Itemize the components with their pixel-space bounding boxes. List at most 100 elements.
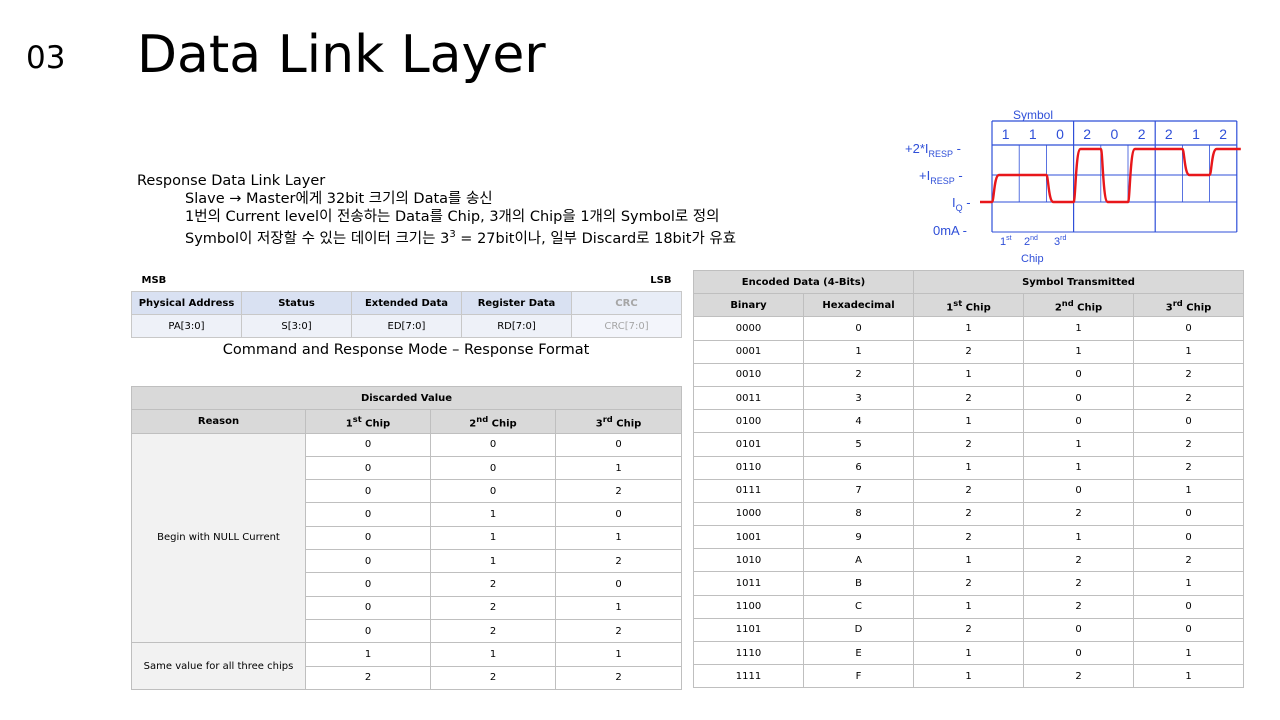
chip1-cell: 1: [913, 548, 1025, 573]
level-i-label: +IRESP -: [919, 168, 963, 186]
chip3-cell: 0: [1133, 409, 1245, 434]
table-row: 0011 3 2 0 2: [693, 385, 1245, 411]
enc-chip1-header: 1st Chip: [913, 293, 1025, 318]
chip3-cell: 0: [1133, 594, 1245, 619]
hex-cell: 1: [802, 339, 915, 364]
chip3-cell: 2: [1133, 432, 1245, 457]
hex-cell: C: [802, 594, 915, 619]
reason-null-current: Begin with NULL Current: [131, 432, 306, 644]
chip-value: 1: [554, 455, 683, 481]
chip-value: 2: [554, 665, 683, 690]
chip2-cell: 1: [1023, 525, 1135, 550]
chip2-cell: 1: [1023, 432, 1135, 457]
hex-cell: 5: [802, 432, 915, 457]
table-row: 0000 0 1 1 0: [693, 316, 1245, 341]
chip-value: 1: [430, 525, 556, 551]
chip-2nd-label: 2nd: [1024, 235, 1038, 248]
chip2-cell: 0: [1023, 409, 1135, 434]
chip3-cell: 0: [1133, 501, 1245, 527]
chip-value: 0: [430, 455, 556, 481]
hex-cell: A: [802, 548, 915, 573]
chip-value: 1: [554, 642, 683, 667]
binary-header: Binary: [693, 293, 804, 318]
chip-value: 0: [305, 455, 431, 481]
chip-value: 0: [305, 432, 431, 457]
response-format-table: MSB LSB Physical Address Status Extended…: [131, 269, 682, 338]
table-row: 1101 D 2 0 0: [693, 617, 1245, 643]
chip-1st-label: 1st: [1000, 235, 1012, 248]
hex-cell: 7: [802, 478, 915, 503]
chip-value: 2: [430, 618, 556, 644]
binary-cell: 1010: [693, 548, 804, 573]
table-row: 1010 A 1 2 2: [693, 548, 1245, 573]
chip2-cell: 2: [1023, 548, 1135, 573]
hex-cell: B: [802, 571, 915, 596]
chip-value: 1: [430, 549, 556, 574]
value-crc: CRC[7:0]: [571, 314, 682, 338]
hex-cell: 3: [802, 385, 915, 411]
symbol-value: 2: [1219, 126, 1227, 142]
hex-cell: F: [802, 664, 915, 689]
chip-value: 0: [305, 549, 431, 574]
binary-cell: 1011: [693, 571, 804, 596]
hex-cell: 0: [802, 316, 915, 341]
chip-value: 2: [430, 595, 556, 620]
chip-value: 2: [554, 549, 683, 574]
chip2-cell: 2: [1023, 501, 1135, 527]
field-physical-address: Physical Address: [131, 291, 242, 315]
chip1-cell: 2: [913, 571, 1025, 596]
field-crc: CRC: [571, 291, 682, 315]
table-row: 0001 1 2 1 1: [693, 339, 1245, 364]
chip2-cell: 0: [1023, 478, 1135, 503]
description-heading: Response Data Link Layer: [137, 173, 326, 189]
chip2-cell: 2: [1023, 571, 1135, 596]
chip-value: 0: [430, 432, 556, 457]
chip2-cell: 0: [1023, 362, 1135, 387]
format-caption: Command and Response Mode – Response For…: [222, 342, 590, 358]
binary-cell: 0101: [693, 432, 804, 457]
msb-label: MSB: [131, 269, 242, 292]
binary-cell: 0011: [693, 385, 804, 411]
binary-cell: 1000: [693, 501, 804, 527]
lsb-label: LSB: [571, 269, 682, 292]
chip3-cell: 2: [1133, 548, 1245, 573]
hex-cell: E: [802, 640, 915, 666]
table-row: 0110 6 1 1 2: [693, 455, 1245, 480]
page-title: Data Link Layer: [137, 25, 546, 85]
chip3-cell: 1: [1133, 478, 1245, 503]
chip2-cell: 0: [1023, 617, 1135, 643]
chip1-cell: 2: [913, 501, 1025, 527]
level-iq-label: IQ -: [952, 195, 971, 213]
field-register-data: Register Data: [461, 291, 572, 315]
description-line-1: Slave → Master에게 32bit 크기의 Data를 송신: [185, 191, 493, 207]
chip-value: 1: [554, 525, 683, 551]
symbol-values: 1 1 0 2 0 2 2 1 2: [1002, 126, 1228, 142]
symbol-label: Symbol: [1013, 108, 1053, 122]
binary-cell: 0100: [693, 409, 804, 434]
chip-value: 0: [554, 432, 683, 457]
symbol-value: 0: [1056, 126, 1064, 142]
reason-same-value: Same value for all three chips: [131, 642, 306, 690]
chip3-cell: 0: [1133, 525, 1245, 550]
chip1-cell: 1: [913, 362, 1025, 387]
discarded-title: Discarded Value: [130, 385, 683, 411]
disc-chip1-header: 1st Chip: [305, 409, 431, 434]
chip1-cell: 1: [913, 409, 1025, 434]
binary-cell: 1101: [693, 617, 804, 643]
chip1-cell: 1: [913, 664, 1025, 689]
enc-chip2-header: 2nd Chip: [1023, 293, 1135, 318]
chip1-cell: 2: [913, 478, 1025, 503]
chip1-cell: 1: [913, 594, 1025, 619]
chip-value: 2: [430, 665, 556, 690]
chip2-cell: 0: [1023, 385, 1135, 411]
chip-value: 2: [305, 665, 431, 690]
chip2-cell: 1: [1023, 316, 1135, 341]
chip-value: 1: [554, 595, 683, 620]
value-s: S[3:0]: [241, 314, 352, 338]
binary-cell: 0110: [693, 455, 804, 480]
symbol-waveform-diagram: Symbol 1 1 0 2 0 2 2 1 2 +2*IRESP - +IRESP - IQ …: [905, 108, 1241, 265]
encoded-data-header: Encoded Data (4-Bits): [692, 269, 915, 295]
slide-number: 03: [26, 40, 66, 76]
table-row: Begin with NULL Current 0 0 0: [131, 432, 683, 644]
chip3-cell: 1: [1133, 664, 1245, 689]
